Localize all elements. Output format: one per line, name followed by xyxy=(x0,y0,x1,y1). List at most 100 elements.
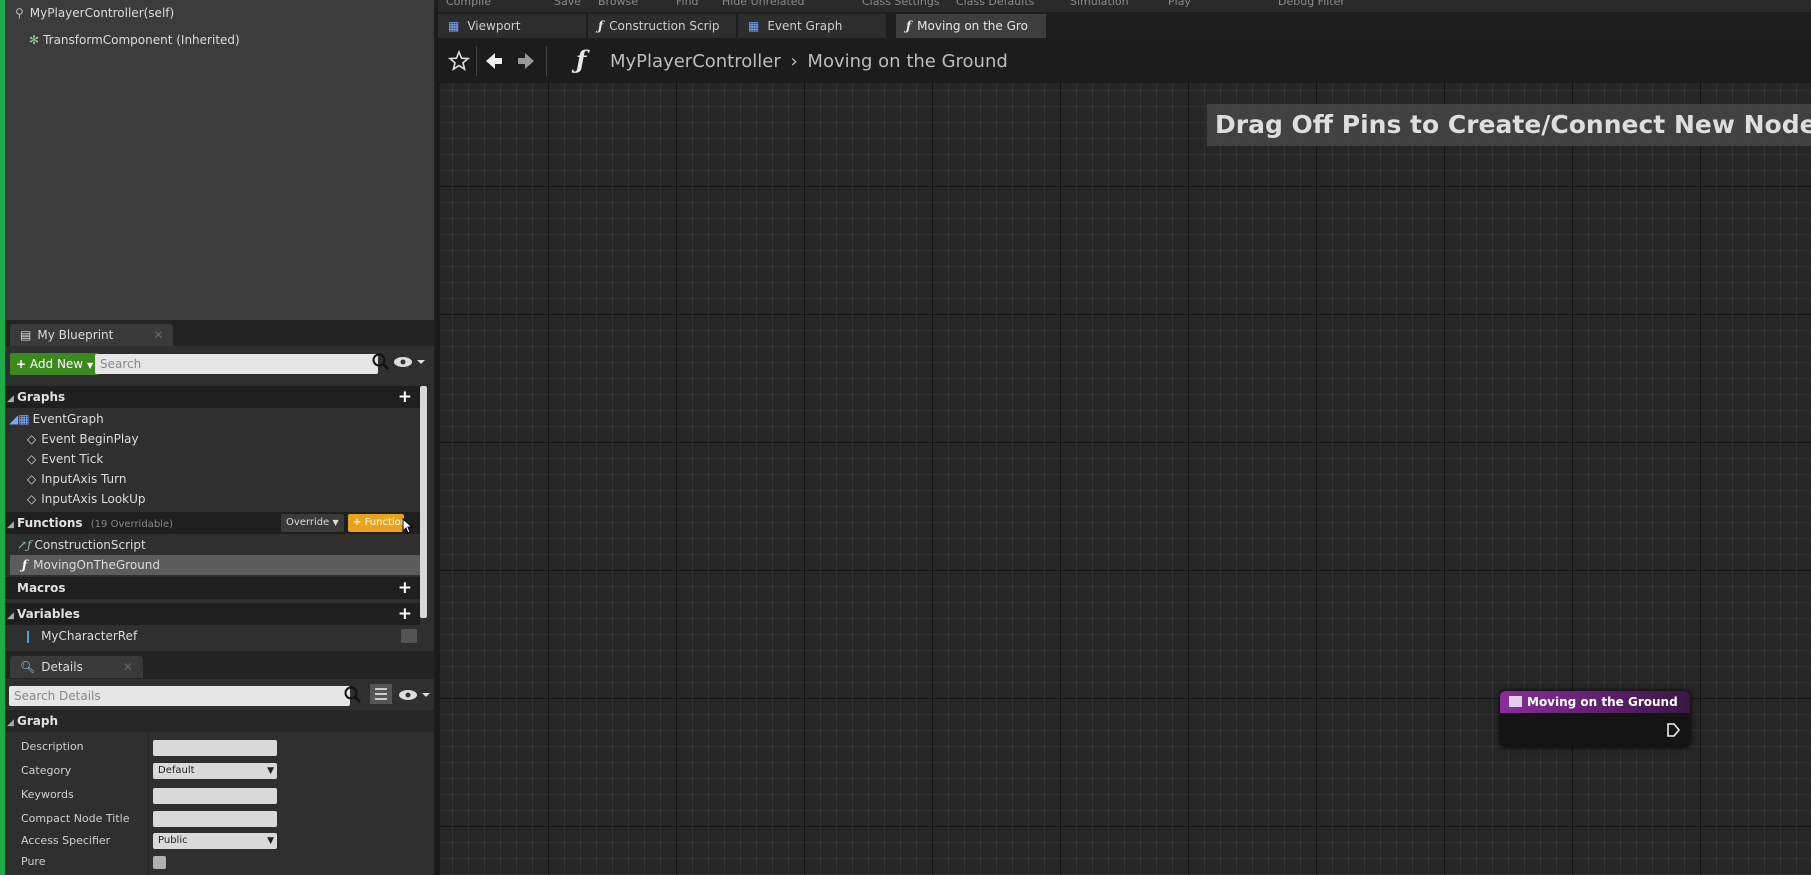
graph-section-label: Graph xyxy=(17,714,58,728)
back-arrow-icon[interactable] xyxy=(484,51,504,71)
tab-my-blueprint-label: My Blueprint xyxy=(37,328,114,342)
close-icon[interactable]: ✕ xyxy=(153,328,163,342)
pure-label: Pure xyxy=(21,855,46,868)
pure-checkbox[interactable] xyxy=(153,856,166,869)
toolbar-compile[interactable]: Compile xyxy=(446,0,491,8)
breadcrumb-root[interactable]: MyPlayerController xyxy=(610,51,781,72)
compact-node-title-label: Compact Node Title xyxy=(21,812,130,825)
tab-my-blueprint[interactable]: ▤ My Blueprint ✕ xyxy=(10,324,174,346)
tab-construction-script[interactable]: ƒ Construction Scrip xyxy=(588,14,736,38)
collapse-triangle-icon: ◢ xyxy=(7,611,14,621)
event-item[interactable]: ◇ InputAxis Turn xyxy=(27,469,126,489)
description-field[interactable] xyxy=(153,740,277,756)
star-favorite-icon[interactable] xyxy=(448,50,470,72)
description-label: Description xyxy=(21,740,84,753)
macros-section-header[interactable]: Macros + xyxy=(5,577,420,599)
collapse-triangle-icon: ◢ xyxy=(7,718,14,728)
function-entry-node[interactable]: Moving on the Ground xyxy=(1500,691,1690,747)
viewport-icon: ▦ xyxy=(448,19,460,33)
graph-section-header[interactable]: ◢ Graph xyxy=(5,710,434,732)
add-macro-plus-icon[interactable]: + xyxy=(398,577,412,599)
event-diamond-icon: ◇ xyxy=(27,452,37,466)
tab-viewport[interactable]: ▦ Viewport xyxy=(438,14,586,38)
toolbar-hide-unrelated[interactable]: Hide Unrelated xyxy=(722,0,805,8)
compact-node-title-field[interactable] xyxy=(153,811,277,827)
exec-pin-icon[interactable] xyxy=(1666,722,1680,738)
my-blueprint-tabstrip: ▤ My Blueprint ✕ xyxy=(5,320,434,346)
function-icon: ƒ xyxy=(906,19,912,33)
variables-section-header[interactable]: ◢ Variables + xyxy=(5,603,420,625)
toolbar-browse[interactable]: Browse xyxy=(598,0,638,8)
toolbar-find[interactable]: Find xyxy=(676,0,699,8)
event-item[interactable]: ◇ Event BeginPlay xyxy=(27,429,139,449)
event-item[interactable]: ◇ InputAxis LookUp xyxy=(27,489,146,509)
variables-section-label: Variables xyxy=(17,607,80,621)
tab-moving-on-the-ground[interactable]: ƒ Moving on the Gro xyxy=(896,14,1046,38)
function-item-label: ConstructionScript xyxy=(34,538,146,552)
node-title: Moving on the Ground xyxy=(1527,695,1678,709)
forward-arrow-icon[interactable] xyxy=(516,51,536,71)
event-diamond-icon: ◇ xyxy=(27,492,37,506)
tab-construction-label: Construction Scrip xyxy=(609,19,720,33)
variable-pin-icon: ❙ xyxy=(23,629,34,643)
function-item-selected[interactable]: ƒ MovingOnTheGround xyxy=(10,555,420,575)
toolbar-simulation[interactable]: Simulation xyxy=(1070,0,1129,8)
node-function-icon xyxy=(1509,696,1522,707)
keywords-label: Keywords xyxy=(21,788,74,801)
details-search-input[interactable]: Search Details xyxy=(9,686,350,706)
add-graph-plus-icon[interactable]: + xyxy=(398,386,412,408)
component-self[interactable]: ⚲ MyPlayerController(self) xyxy=(15,3,174,23)
grid-view-icon[interactable] xyxy=(370,684,392,704)
toolbar-class-settings[interactable]: Class Settings xyxy=(862,0,940,8)
blueprint-scrollbar[interactable] xyxy=(420,386,427,618)
graphs-section-header[interactable]: ◢ Graphs + xyxy=(5,386,420,408)
search-icon[interactable] xyxy=(343,685,363,705)
access-specifier-value: Public xyxy=(158,835,188,846)
eye-visibility-icon[interactable] xyxy=(393,354,427,370)
add-new-label: Add New xyxy=(29,357,84,371)
collapse-triangle-icon: ◢ xyxy=(7,394,14,404)
component-transform[interactable]: ✻ TransformComponent (Inherited) xyxy=(29,30,240,50)
toolbar-debug-filter[interactable]: Debug Filter xyxy=(1278,0,1345,8)
plus-icon: + xyxy=(353,517,362,528)
event-item-label: Event BeginPlay xyxy=(41,432,139,446)
details-tabstrip: 🔍︎ Details ✕ xyxy=(5,651,434,679)
blueprint-search-placeholder: Search xyxy=(100,357,142,371)
component-self-label: MyPlayerController(self) xyxy=(29,6,175,20)
variable-item-label: MyCharacterRef xyxy=(41,629,138,643)
toolbar-play[interactable]: Play xyxy=(1168,0,1191,8)
tab-event-graph[interactable]: ▦ Event Graph xyxy=(738,14,886,38)
add-function-label: Function xyxy=(364,517,404,528)
close-icon[interactable]: ✕ xyxy=(123,660,133,674)
add-variable-plus-icon[interactable]: + xyxy=(398,603,412,625)
blueprint-search-input[interactable]: Search xyxy=(95,354,378,374)
controller-icon: ⚲ xyxy=(15,6,24,20)
toolbar-save[interactable]: Save xyxy=(554,0,581,8)
overridable-count: (19 Overridable) xyxy=(90,519,173,530)
override-dropdown[interactable]: Override ▼ xyxy=(281,514,344,532)
tab-event-graph-label: Event Graph xyxy=(767,19,843,33)
details-panel: Search Details ◢ Graph Description Catego… xyxy=(5,679,434,875)
function-item[interactable]: ↗ƒ ConstructionScript xyxy=(17,535,146,555)
event-graph-item[interactable]: ◢▦ EventGraph xyxy=(9,409,104,429)
tab-moving-label: Moving on the Gro xyxy=(917,19,1028,33)
category-value: Default xyxy=(158,765,195,776)
functions-section-header[interactable]: ◢ Functions (19 Overridable) Override ▼ +… xyxy=(5,512,420,534)
graph-canvas[interactable] xyxy=(440,83,1811,875)
keywords-field[interactable] xyxy=(153,788,277,804)
variable-visibility-icon[interactable] xyxy=(401,629,417,643)
tab-details[interactable]: 🔍︎ Details ✕ xyxy=(10,656,143,678)
add-new-button[interactable]: + Add New ▼ xyxy=(10,353,100,375)
details-search-icon: 🔍︎ xyxy=(20,660,36,674)
event-item[interactable]: ◇ Event Tick xyxy=(27,449,103,469)
node-header[interactable]: Moving on the Ground xyxy=(1500,691,1690,713)
toolbar-class-defaults[interactable]: Class Defaults xyxy=(956,0,1034,8)
event-graph-icon: ▦ xyxy=(748,19,760,33)
eye-visibility-icon[interactable] xyxy=(398,687,432,703)
variable-item[interactable]: ❙ MyCharacterRef xyxy=(23,626,417,646)
category-dropdown[interactable]: Default ▼ xyxy=(153,763,277,779)
transform-icon: ✻ xyxy=(29,33,40,47)
access-specifier-dropdown[interactable]: Public ▼ xyxy=(153,833,277,849)
add-function-button[interactable]: + Function xyxy=(348,514,404,532)
search-icon[interactable] xyxy=(371,352,391,372)
